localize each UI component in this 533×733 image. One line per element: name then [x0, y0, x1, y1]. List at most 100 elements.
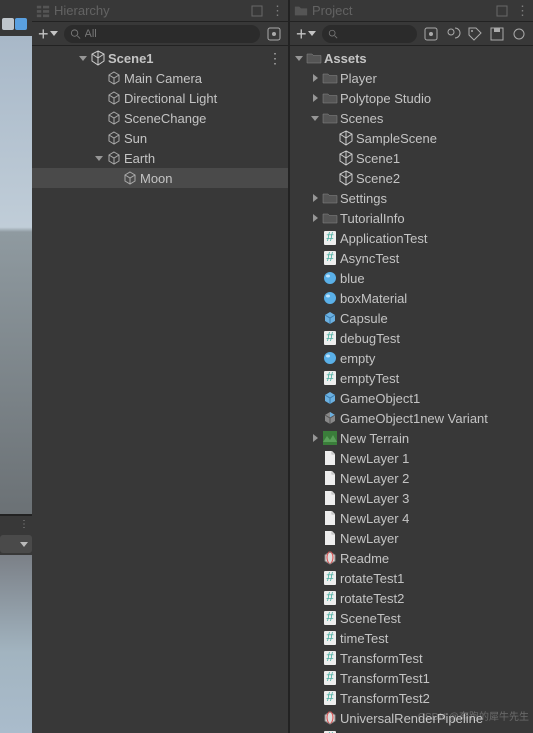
tree-row[interactable]: Scene1⋮ [32, 48, 288, 68]
project-tab-label[interactable]: Project [312, 3, 352, 18]
tree-row[interactable]: Earth [32, 148, 288, 168]
tree-row[interactable]: #SceneTest [290, 608, 533, 628]
hierarchy-search[interactable] [64, 25, 260, 43]
tree-row[interactable]: Capsule [290, 308, 533, 328]
fold-toggle [310, 253, 320, 263]
tree-row[interactable]: empty [290, 348, 533, 368]
popout-icon[interactable] [251, 5, 263, 17]
fold-toggle[interactable] [310, 113, 320, 123]
tree-row[interactable]: blue [290, 268, 533, 288]
cube-icon [106, 90, 122, 106]
fold-toggle[interactable] [94, 153, 104, 163]
fold-toggle[interactable] [78, 53, 88, 63]
tree-row[interactable]: #rotateTest2 [290, 588, 533, 608]
search-input[interactable] [342, 28, 412, 40]
tree-row[interactable]: Moon [32, 168, 288, 188]
tree-row[interactable]: Assets [290, 48, 533, 68]
tree-row[interactable]: #TransformTest2 [290, 688, 533, 708]
filter-icon[interactable] [264, 25, 284, 43]
folder-icon [322, 70, 338, 86]
tree-row[interactable]: NewLayer 3 [290, 488, 533, 508]
fold-toggle [310, 333, 320, 343]
tree-row[interactable]: NewLayer 2 [290, 468, 533, 488]
tab-menu-icon[interactable]: ⋮ [516, 3, 529, 19]
fold-toggle[interactable] [310, 93, 320, 103]
dropdown-button[interactable] [0, 535, 32, 553]
tree-row[interactable]: NewLayer [290, 528, 533, 548]
panel-handle[interactable]: ⋮ [0, 516, 32, 532]
filter-type-icon[interactable] [421, 25, 441, 43]
tree-item-label: AsyncTest [340, 251, 399, 266]
fold-toggle[interactable] [310, 213, 320, 223]
fold-toggle[interactable] [310, 73, 320, 83]
svg-text:#: # [326, 570, 334, 584]
fold-toggle [310, 533, 320, 543]
filter-label-icon[interactable] [465, 25, 485, 43]
game-viewport[interactable] [0, 555, 32, 733]
tree-item-label: timeTest [340, 631, 388, 646]
fold-toggle[interactable] [310, 193, 320, 203]
tree-row[interactable]: #rotateTest1 [290, 568, 533, 588]
tree-row[interactable]: Directional Light [32, 88, 288, 108]
tree-row[interactable]: #timeTest [290, 628, 533, 648]
project-search[interactable] [322, 25, 417, 43]
tree-item-label: TutorialInfo [340, 211, 405, 226]
cs-icon: # [322, 690, 338, 706]
fold-toggle [310, 293, 320, 303]
tree-row[interactable]: #TransformTest1 [290, 668, 533, 688]
create-button[interactable]: + [36, 25, 60, 43]
fold-toggle[interactable] [310, 433, 320, 443]
tree-row[interactable]: SceneChange [32, 108, 288, 128]
fold-toggle [310, 273, 320, 283]
fold-toggle [310, 513, 320, 523]
tree-item-label: blue [340, 271, 365, 286]
fold-toggle [310, 713, 320, 723]
tree-row[interactable]: boxMaterial [290, 288, 533, 308]
tool-button[interactable] [2, 18, 14, 30]
tree-row[interactable]: Settings [290, 188, 533, 208]
tree-row[interactable]: Polytope Studio [290, 88, 533, 108]
tree-row[interactable]: #emptyTest [290, 368, 533, 388]
tree-row[interactable]: Scenes [290, 108, 533, 128]
hierarchy-icon [36, 4, 50, 18]
tree-row[interactable]: #vectorTest1 [290, 728, 533, 733]
save-icon[interactable] [487, 25, 507, 43]
item-menu-icon[interactable]: ⋮ [268, 50, 282, 67]
tree-row[interactable]: GameObject1 [290, 388, 533, 408]
file-icon [322, 530, 338, 546]
tree-row[interactable]: #ApplicationTest [290, 228, 533, 248]
tree-row[interactable]: Sun [32, 128, 288, 148]
tree-row[interactable]: ()Readme [290, 548, 533, 568]
tree-row[interactable]: #TransformTest [290, 648, 533, 668]
scene-viewport[interactable] [0, 36, 32, 516]
tree-row[interactable]: Main Camera [32, 68, 288, 88]
create-button[interactable]: + [294, 25, 318, 43]
tool-button-active[interactable] [15, 18, 27, 30]
tree-item-label: boxMaterial [340, 291, 407, 306]
tree-item-label: NewLayer [340, 531, 399, 546]
cs-icon: # [322, 610, 338, 626]
tree-row[interactable]: Scene2 [290, 168, 533, 188]
tree-item-label: TransformTest1 [340, 671, 430, 686]
tree-row[interactable]: Player [290, 68, 533, 88]
tree-row[interactable]: Scene1 [290, 148, 533, 168]
tree-row[interactable]: New Terrain [290, 428, 533, 448]
tree-row[interactable]: #AsyncTest [290, 248, 533, 268]
fold-toggle [310, 493, 320, 503]
search-input[interactable] [85, 28, 254, 40]
hidden-icon[interactable] [509, 25, 529, 43]
tree-row[interactable]: TutorialInfo [290, 208, 533, 228]
hierarchy-panel: Hierarchy ⋮ + Scene1⋮Main CameraDirectio… [32, 0, 290, 733]
filter-asset-icon[interactable] [443, 25, 463, 43]
tree-row[interactable]: SampleScene [290, 128, 533, 148]
popout-icon[interactable] [496, 5, 508, 17]
tree-row[interactable]: GameObject1new Variant [290, 408, 533, 428]
tab-menu-icon[interactable]: ⋮ [271, 3, 284, 19]
tree-row[interactable]: NewLayer 4 [290, 508, 533, 528]
cs-icon: # [322, 590, 338, 606]
hierarchy-tab-label[interactable]: Hierarchy [54, 3, 110, 18]
tree-row[interactable]: NewLayer 1 [290, 448, 533, 468]
fold-toggle[interactable] [294, 53, 304, 63]
tree-row[interactable]: #debugTest [290, 328, 533, 348]
svg-text:#: # [326, 690, 334, 704]
